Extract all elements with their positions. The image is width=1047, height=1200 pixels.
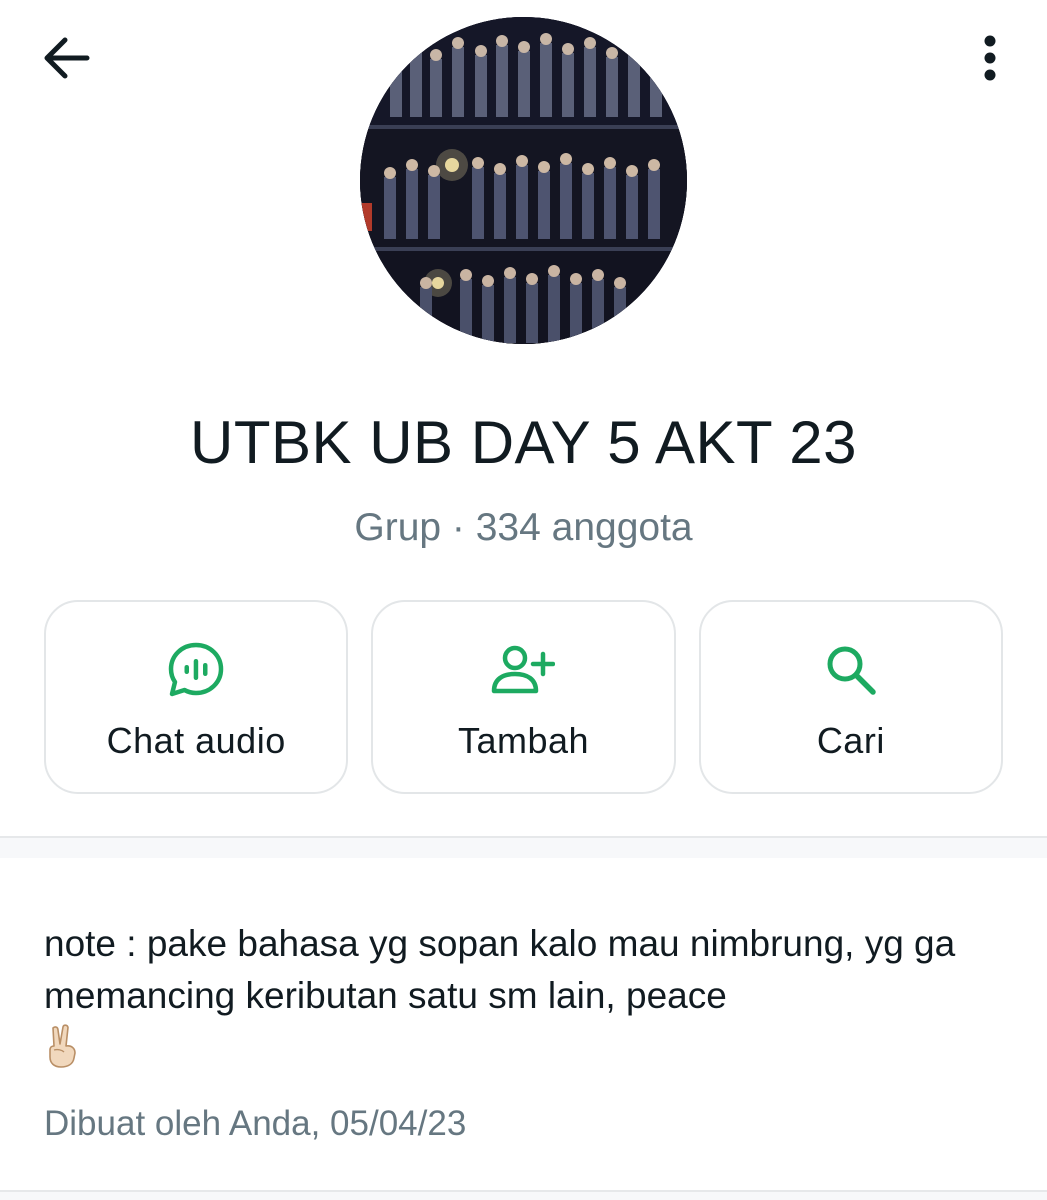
more-options-button[interactable] [963,28,1017,92]
victory-hand-emoji [44,1024,80,1068]
arrow-left-icon [41,37,91,84]
search-icon [819,638,883,702]
description-text: note : pake bahasa yg sopan kalo mau nim… [44,923,956,1016]
group-subtitle: Grup · 334 anggota [354,506,693,549]
add-member-label: Tambah [457,720,590,761]
section-divider [0,836,1047,858]
group-avatar[interactable] [360,17,687,344]
group-photo [360,17,687,344]
group-description[interactable]: note : pake bahasa yg sopan kalo mau nim… [44,918,1004,1074]
group-name: UTBK UB DAY 5 AKT 23 [190,409,857,476]
back-button[interactable] [34,28,98,92]
more-vertical-icon [982,35,998,86]
bottom-divider [0,1190,1047,1200]
person-add-icon [491,638,556,702]
audio-chat-label: Chat audio [106,720,286,761]
search-button[interactable]: Cari [698,600,1003,794]
add-member-button[interactable]: Tambah [371,600,676,794]
audio-chat-button[interactable]: Chat audio [44,600,349,794]
created-info: Dibuat oleh Anda, 05/04/23 [44,1104,467,1143]
search-label: Cari [816,720,885,761]
action-buttons: Chat audio Tambah Cari [44,600,1003,794]
audio-chat-icon [164,638,228,702]
